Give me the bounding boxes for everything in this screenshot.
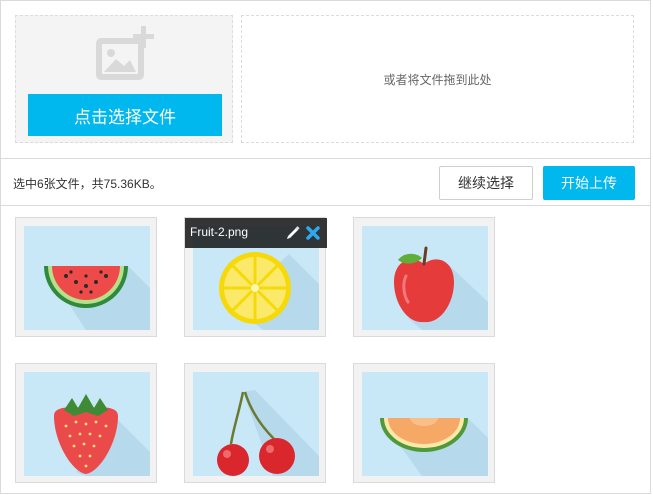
file-thumbnail — [362, 372, 488, 476]
start-upload-button[interactable]: 开始上传 — [543, 166, 635, 200]
uploader-panel: 点击选择文件 或者将文件拖到此处 选中6张文件，共75.36KB。 继续选择 开… — [0, 0, 651, 494]
select-file-button[interactable]: 点击选择文件 — [28, 94, 222, 136]
file-thumbnail — [24, 372, 150, 476]
pencil-icon[interactable] — [285, 225, 301, 241]
selection-info: 选中6张文件，共75.36KB。 — [13, 177, 162, 191]
file-item[interactable] — [15, 363, 157, 483]
cherry-icon — [217, 390, 319, 476]
watermelon-icon — [44, 266, 150, 330]
close-icon[interactable] — [305, 225, 321, 241]
apple-icon — [394, 246, 488, 330]
drop-zone[interactable]: 或者将文件拖到此处 — [241, 15, 634, 143]
file-thumbnail — [362, 226, 488, 330]
file-item[interactable] — [353, 363, 495, 483]
file-item[interactable] — [353, 217, 495, 337]
status-bar: 选中6张文件，共75.36KB。 继续选择 开始上传 — [1, 158, 650, 206]
file-item[interactable] — [184, 363, 326, 483]
image-add-icon — [96, 26, 154, 80]
continue-select-button[interactable]: 继续选择 — [439, 166, 533, 200]
drop-hint: 或者将文件拖到此处 — [383, 72, 492, 87]
file-picker-zone: 点击选择文件 — [15, 15, 233, 143]
file-thumbnail — [24, 226, 150, 330]
file-item[interactable] — [15, 217, 157, 337]
file-item[interactable]: Fruit-2.png — [184, 217, 327, 337]
file-list: Fruit-2.png — [1, 206, 650, 494]
file-name: Fruit-2.png — [190, 225, 249, 239]
cantaloupe-icon — [380, 418, 488, 476]
file-thumbnail — [193, 372, 319, 476]
file-item-overlay: Fruit-2.png — [185, 218, 327, 248]
strawberry-icon — [54, 394, 150, 476]
